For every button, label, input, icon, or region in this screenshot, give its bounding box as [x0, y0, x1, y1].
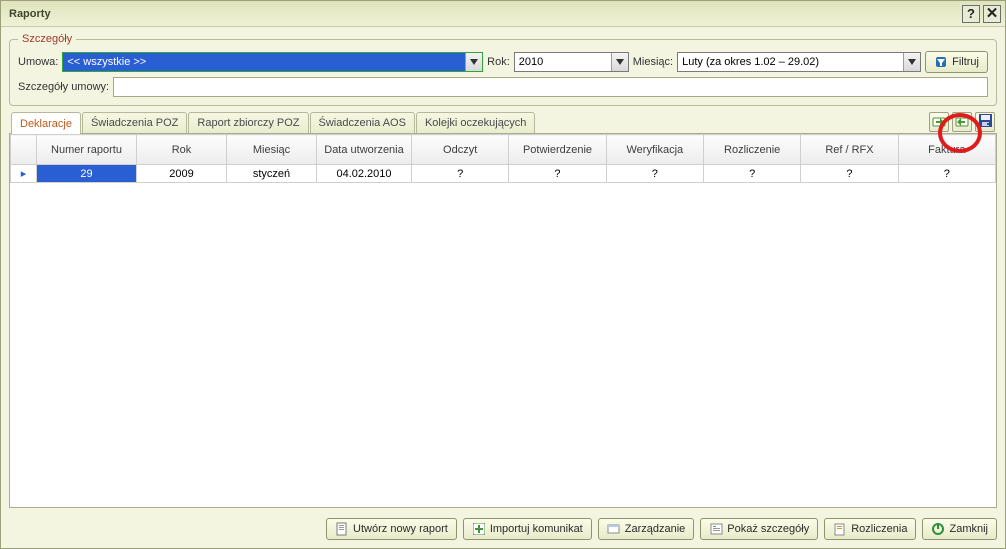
row-marker-icon: ▸ — [21, 168, 27, 180]
import-icon — [955, 115, 969, 130]
floppy-icon — [979, 114, 992, 130]
filter-button-label: Filtruj — [952, 56, 979, 68]
chevron-down-icon[interactable] — [903, 53, 920, 71]
import-message-label: Importuj komunikat — [490, 523, 583, 535]
umowa-combo[interactable]: << wszystkie >> — [62, 52, 483, 72]
cell-potw[interactable]: ? — [509, 165, 606, 183]
fieldset-legend: Szczegóły — [18, 33, 76, 45]
miesiac-combo[interactable]: Luty (za okres 1.02 – 29.02) — [677, 52, 921, 72]
cell-data[interactable]: 04.02.2010 — [317, 165, 412, 183]
cell-wer[interactable]: ? — [606, 165, 703, 183]
power-icon — [931, 522, 945, 536]
chevron-down-icon[interactable] — [465, 53, 482, 71]
close-window-button[interactable]: Zamknij — [922, 518, 997, 540]
grid-header-potw[interactable]: Potwierdzenie — [509, 135, 606, 165]
show-details-button[interactable]: Pokaż szczegóły — [700, 518, 818, 540]
manage-icon — [607, 522, 621, 536]
save-button[interactable] — [975, 112, 995, 132]
umowa-value: << wszystkie >> — [63, 53, 465, 71]
close-button[interactable]: ✕ — [983, 5, 1001, 23]
window-title: Raporty — [9, 8, 959, 20]
cell-odczyt[interactable]: ? — [412, 165, 509, 183]
buttons-bar: Utwórz nowy raport Importuj komunikat Za… — [1, 512, 1005, 548]
import-message-button[interactable]: Importuj komunikat — [463, 518, 592, 540]
grid-header-faktura[interactable]: Faktura — [898, 135, 995, 165]
tab-deklaracje[interactable]: Deklaracje — [11, 112, 81, 134]
titlebar: Raporty ? ✕ — [1, 1, 1005, 27]
cell-ref[interactable]: ? — [801, 165, 898, 183]
settlements-button[interactable]: Rozliczenia — [824, 518, 916, 540]
rok-value: 2010 — [515, 53, 611, 71]
manage-button[interactable]: Zarządzanie — [598, 518, 695, 540]
tab-swiadczenia-aos[interactable]: Świadczenia AOS — [310, 112, 415, 133]
close-window-label: Zamknij — [949, 523, 988, 535]
miesiac-value: Luty (za okres 1.02 – 29.02) — [678, 53, 903, 71]
rok-combo[interactable]: 2010 — [514, 52, 629, 72]
export-icon — [932, 115, 946, 130]
chevron-down-icon[interactable] — [611, 53, 628, 71]
details-icon — [709, 522, 723, 536]
grid-header-data[interactable]: Data utworzenia — [317, 135, 412, 165]
cell-faktura[interactable]: ? — [898, 165, 995, 183]
import-button[interactable] — [952, 112, 972, 132]
miesiac-label: Miesiąc: — [633, 56, 673, 68]
cell-rozl[interactable]: ? — [703, 165, 800, 183]
tab-swiadczenia-poz[interactable]: Świadczenia POZ — [82, 112, 187, 133]
plus-icon — [472, 522, 486, 536]
show-details-label: Pokaż szczegóły — [727, 523, 809, 535]
row-indicator: ▸ — [11, 165, 37, 183]
grid-header-numer[interactable]: Numer raportu — [37, 135, 137, 165]
grid-header-rozl[interactable]: Rozliczenie — [703, 135, 800, 165]
create-report-button[interactable]: Utwórz nowy raport — [326, 518, 457, 540]
tab-raport-zbiorczy-poz[interactable]: Raport zbiorczy POZ — [188, 112, 308, 133]
umowa-label: Umowa: — [18, 56, 58, 68]
cell-numer[interactable]: 29 — [37, 165, 137, 183]
grid-header-rok[interactable]: Rok — [137, 135, 227, 165]
szczegoly-umowy-label: Szczegóły umowy: — [18, 81, 109, 93]
manage-label: Zarządzanie — [625, 523, 686, 535]
szczegoly-umowy-input[interactable] — [113, 77, 988, 97]
grid-header-row: Numer raportu Rok Miesiąc Data utworzeni… — [11, 135, 996, 165]
rok-label: Rok: — [487, 56, 510, 68]
tabs: Deklaracje Świadczenia POZ Raport zbiorc… — [11, 112, 535, 134]
create-report-label: Utwórz nowy raport — [353, 523, 448, 535]
grid: Numer raportu Rok Miesiąc Data utworzeni… — [9, 133, 997, 508]
export-button[interactable] — [929, 112, 949, 132]
document-icon — [335, 522, 349, 536]
filter-button[interactable]: Filtruj — [925, 51, 988, 73]
settlements-label: Rozliczenia — [851, 523, 907, 535]
grid-header-miesiac[interactable]: Miesiąc — [227, 135, 317, 165]
grid-header-odczyt[interactable]: Odczyt — [412, 135, 509, 165]
grid-header-ref[interactable]: Ref / RFX — [801, 135, 898, 165]
grid-header-indicator[interactable] — [11, 135, 37, 165]
settlements-icon — [833, 522, 847, 536]
grid-header-wer[interactable]: Weryfikacja — [606, 135, 703, 165]
table-row[interactable]: ▸ 29 2009 styczeń 04.02.2010 ? ? ? ? ? ? — [11, 165, 996, 183]
details-fieldset: Szczegóły Umowa: << wszystkie >> Rok: 20… — [9, 33, 997, 106]
cell-miesiac[interactable]: styczeń — [227, 165, 317, 183]
help-button[interactable]: ? — [962, 5, 980, 23]
filter-icon — [934, 55, 948, 69]
cell-rok[interactable]: 2009 — [137, 165, 227, 183]
tab-kolejki[interactable]: Kolejki oczekujących — [416, 112, 536, 133]
